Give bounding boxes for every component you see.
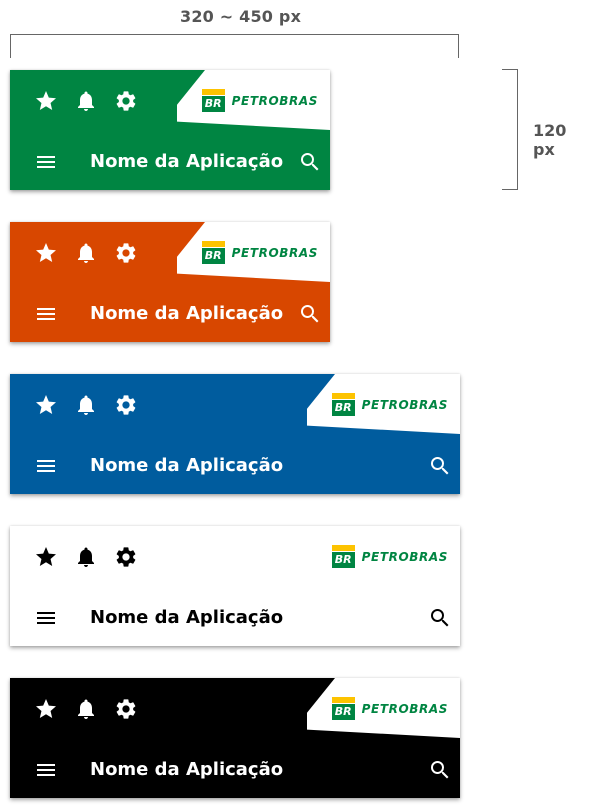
petrobras-logo: BR PETROBRAS xyxy=(331,393,448,416)
gear-icon[interactable] xyxy=(114,89,138,113)
menu-icon[interactable] xyxy=(34,150,58,174)
petrobras-wordmark: PETROBRAS xyxy=(231,93,318,108)
app-bar-blue: BR PETROBRAS Nome da Aplicação xyxy=(10,374,460,494)
br-logo-mark: BR xyxy=(201,241,225,264)
petrobras-wordmark: PETROBRAS xyxy=(361,549,448,564)
bell-icon[interactable] xyxy=(74,697,98,721)
app-title: Nome da Aplicação xyxy=(90,607,284,628)
petrobras-logo: BR PETROBRAS xyxy=(331,545,448,568)
star-icon[interactable] xyxy=(34,393,58,417)
app-title: Nome da Aplicação xyxy=(90,455,284,476)
star-icon[interactable] xyxy=(34,697,58,721)
search-icon[interactable] xyxy=(298,302,322,326)
search-icon[interactable] xyxy=(428,454,452,478)
petrobras-logo: BR PETROBRAS xyxy=(331,697,448,720)
app-bar-orange: BR PETROBRAS Nome da Aplicação xyxy=(10,222,330,342)
app-title: Nome da Aplicação xyxy=(90,303,284,324)
gear-icon[interactable] xyxy=(114,241,138,265)
menu-icon[interactable] xyxy=(34,758,58,782)
width-dimension-label: 320 ~ 450 px xyxy=(180,7,302,26)
width-dimension-bracket xyxy=(10,34,459,58)
bell-icon[interactable] xyxy=(74,241,98,265)
menu-icon[interactable] xyxy=(34,454,58,478)
star-icon[interactable] xyxy=(34,241,58,265)
br-logo-mark: BR xyxy=(201,89,225,112)
br-logo-mark: BR xyxy=(331,697,355,720)
app-bar-green: BR PETROBRAS Nome da Aplicação xyxy=(10,70,330,190)
br-logo-mark: BR xyxy=(331,393,355,416)
bell-icon[interactable] xyxy=(74,545,98,569)
menu-icon[interactable] xyxy=(34,302,58,326)
br-logo-mark: BR xyxy=(331,545,355,568)
star-icon[interactable] xyxy=(34,89,58,113)
app-bar-black: BR PETROBRAS Nome da Aplicação xyxy=(10,678,460,798)
gear-icon[interactable] xyxy=(114,697,138,721)
bell-icon[interactable] xyxy=(74,393,98,417)
bell-icon[interactable] xyxy=(74,89,98,113)
gear-icon[interactable] xyxy=(114,545,138,569)
app-title: Nome da Aplicação xyxy=(90,151,284,172)
search-icon[interactable] xyxy=(428,758,452,782)
petrobras-wordmark: PETROBRAS xyxy=(361,397,448,412)
gear-icon[interactable] xyxy=(114,393,138,417)
app-title: Nome da Aplicação xyxy=(90,759,284,780)
petrobras-logo: BR PETROBRAS xyxy=(201,89,318,112)
petrobras-wordmark: PETROBRAS xyxy=(361,701,448,716)
height-dimension-bracket xyxy=(502,69,518,190)
search-icon[interactable] xyxy=(428,606,452,630)
height-dimension-label: 120 px xyxy=(533,121,567,159)
star-icon[interactable] xyxy=(34,545,58,569)
app-bar-white: BR PETROBRAS Nome da Aplicação xyxy=(10,526,460,646)
petrobras-wordmark: PETROBRAS xyxy=(231,245,318,260)
menu-icon[interactable] xyxy=(34,606,58,630)
search-icon[interactable] xyxy=(298,150,322,174)
petrobras-logo: BR PETROBRAS xyxy=(201,241,318,264)
